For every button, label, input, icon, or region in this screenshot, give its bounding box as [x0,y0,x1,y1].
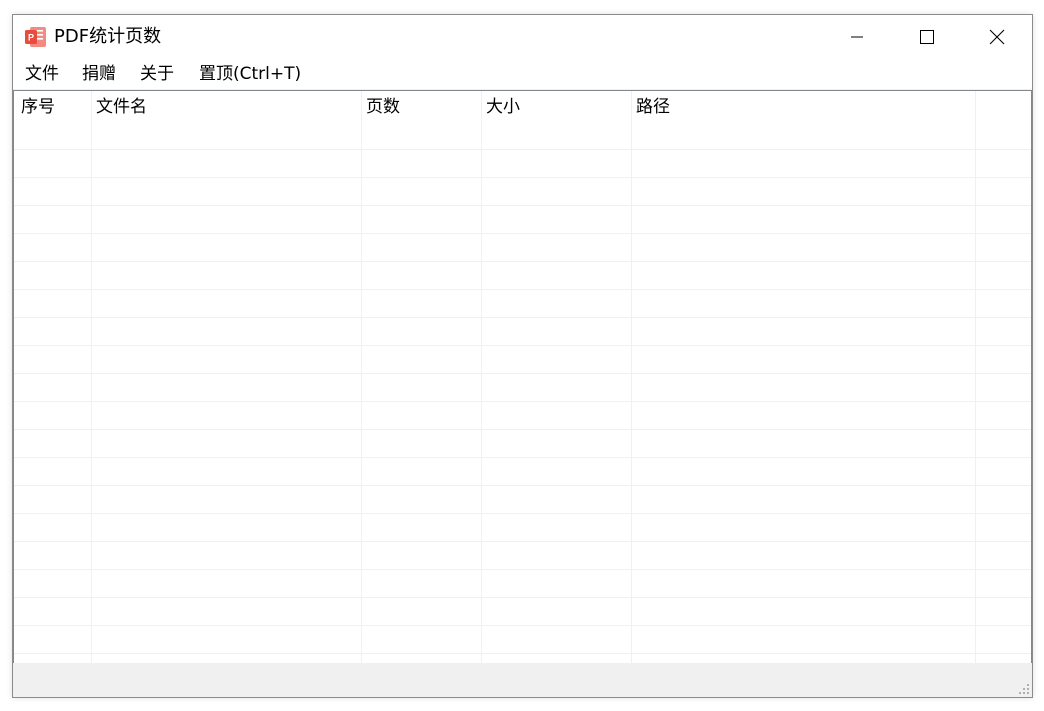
row-divider [14,205,1031,206]
row-divider [14,261,1031,262]
row-divider [14,653,1031,654]
close-button[interactable] [962,15,1032,59]
resize-grip-icon[interactable] [1018,683,1030,695]
column-header-path[interactable]: 路径 [636,96,670,118]
maximize-icon [920,30,934,44]
row-divider [14,401,1031,402]
row-divider [14,457,1031,458]
status-bar [13,663,1032,697]
row-divider [14,429,1031,430]
row-divider [14,317,1031,318]
title-bar[interactable]: P PDF统计页数 [13,15,1032,59]
window-title: PDF统计页数 [54,26,162,47]
close-icon [989,29,1005,45]
file-list-view[interactable]: 序号 文件名 页数 大小 路径 [13,90,1032,664]
column-header-index[interactable]: 序号 [21,96,55,118]
pdf-app-icon: P [25,27,46,47]
minimize-button[interactable] [822,15,892,59]
menu-file[interactable]: 文件 [25,64,59,84]
menu-pin-top[interactable]: 置顶(Ctrl+T) [199,64,301,84]
row-divider [14,177,1031,178]
column-header-pages[interactable]: 页数 [366,96,400,118]
row-divider [14,345,1031,346]
menu-donate[interactable]: 捐赠 [82,64,116,84]
svg-text:P: P [28,33,34,43]
row-divider [14,485,1031,486]
row-divider [14,289,1031,290]
row-divider [14,233,1031,234]
column-header-size[interactable]: 大小 [486,96,520,118]
row-divider [14,541,1031,542]
row-divider [14,625,1031,626]
app-window: P PDF统计页数 文件 捐赠 关于 置顶(Ctrl+T) 序号 文件名 页数 … [12,14,1033,698]
row-divider [14,513,1031,514]
row-divider [14,373,1031,374]
menu-bar: 文件 捐赠 关于 置顶(Ctrl+T) [13,59,1032,89]
menu-about[interactable]: 关于 [140,64,174,84]
maximize-button[interactable] [892,15,962,59]
row-divider [14,569,1031,570]
column-header-filename[interactable]: 文件名 [96,96,147,118]
minimize-icon [851,36,863,38]
row-divider [14,597,1031,598]
row-divider [14,149,1031,150]
